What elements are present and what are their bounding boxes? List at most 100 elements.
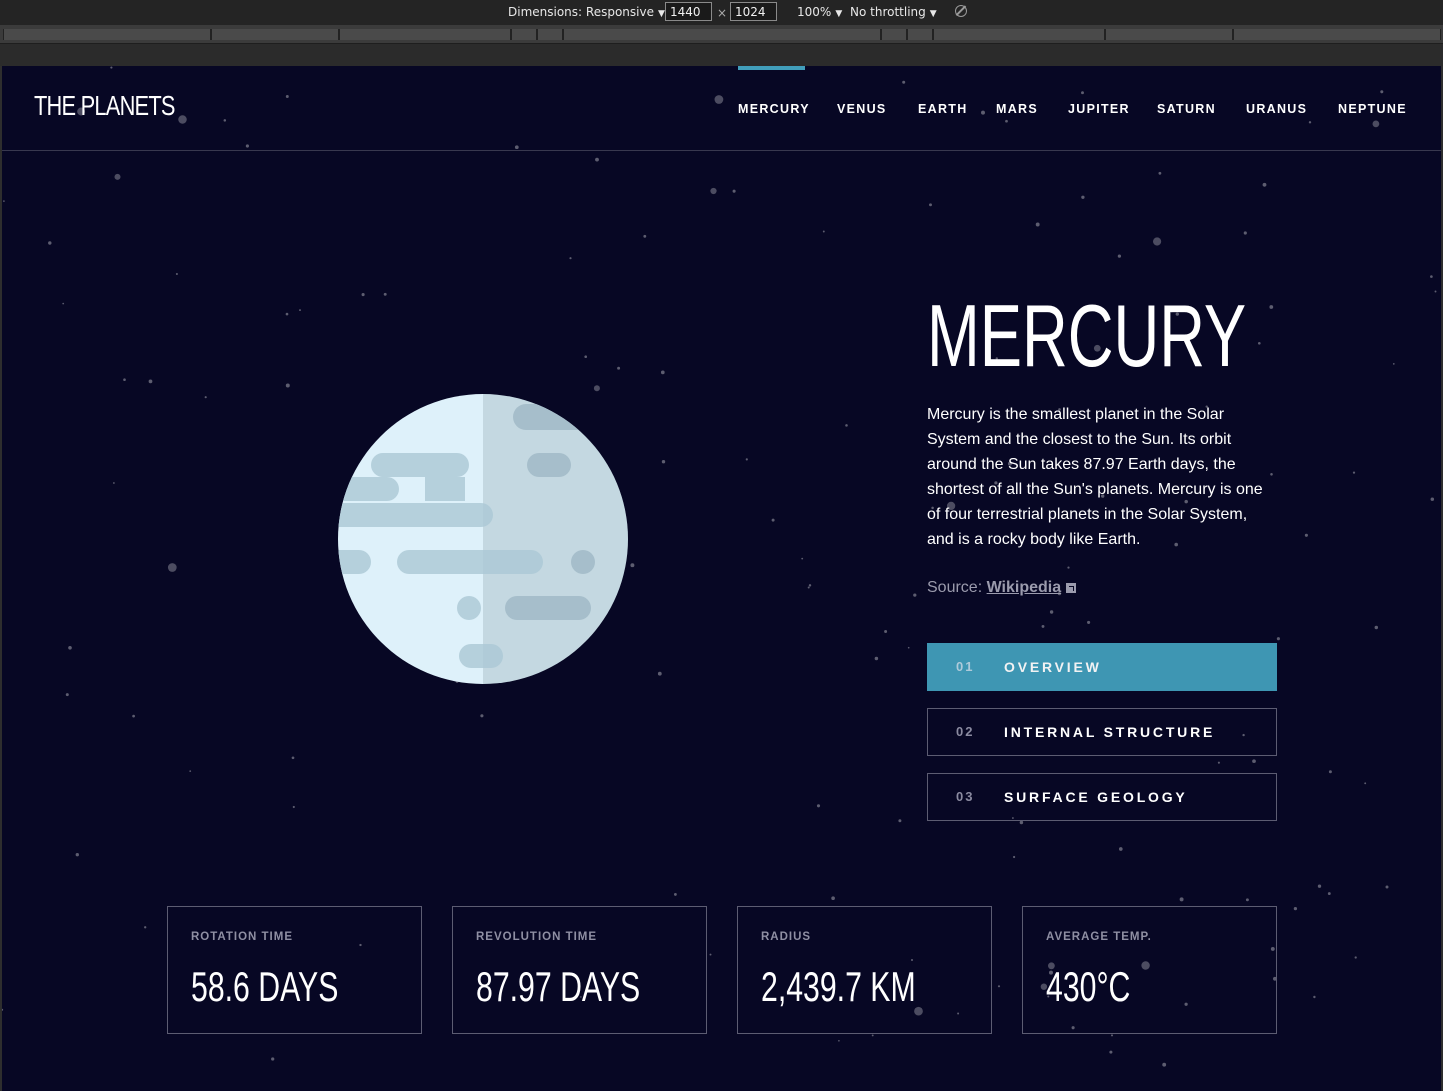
media-query-segment[interactable] [933,29,1105,40]
star [1276,637,1280,641]
devtools-toolbar: Dimensions: Responsive ▼ 1440 × 1024 100%… [0,0,1443,25]
star [245,144,249,148]
rotate-icon[interactable] [955,5,967,17]
stat-value: 430°C [1046,963,1131,1010]
star [808,584,812,587]
star [480,714,484,718]
star [3,200,5,202]
star [1327,892,1331,896]
tab-number: 02 [956,724,975,739]
nav-item-earth[interactable]: EARTH [918,102,968,116]
star [630,563,635,568]
star [569,257,572,260]
media-query-segment[interactable] [511,29,537,40]
star [714,95,724,104]
tab-overview[interactable]: 01 OVERVIEW [927,643,1277,691]
ruler-gutter [0,44,1443,66]
nav-item-uranus[interactable]: URANUS [1246,102,1307,116]
star [361,293,365,297]
star [1304,533,1308,537]
media-query-bar [0,25,1443,44]
star [132,714,135,718]
stat-card-revolution: REVOLUTION TIME 87.97 DAYS [452,906,707,1034]
star [1117,254,1122,258]
star [745,458,748,461]
mercury-planet-image [338,394,628,684]
star [913,593,917,597]
star [285,95,289,98]
page-viewport: THE PLANETS MERCURY VENUS EARTH MARS JUP… [2,66,1441,1091]
star [62,302,65,305]
tab-internal-structure[interactable]: 02 INTERNAL STRUCTURE [927,708,1277,756]
media-query-segment[interactable] [1105,29,1233,40]
star [593,385,600,392]
media-query-segment[interactable] [3,29,211,40]
star [110,66,113,69]
star [178,115,187,124]
star [1049,610,1054,614]
star [801,557,804,560]
media-query-segment[interactable] [537,29,563,40]
star [657,671,662,676]
zoom-dropdown[interactable]: 100% ▼ [797,5,842,19]
star [48,241,52,245]
star [1392,363,1395,365]
star [643,234,647,238]
tab-surface-geology[interactable]: 03 SURFACE GEOLOGY [927,773,1277,821]
width-input[interactable]: 1440 [665,2,712,21]
star [1109,1050,1113,1054]
star [660,370,665,375]
star [1308,121,1312,124]
stat-value: 58.6 DAYS [191,963,339,1010]
star [673,892,677,896]
star [189,770,192,772]
media-query-segment[interactable] [881,29,907,40]
star [1087,620,1091,624]
nav-item-neptune[interactable]: NEPTUNE [1338,102,1407,116]
site-logo[interactable]: THE PLANETS [34,90,175,122]
media-query-segment[interactable] [563,29,881,40]
star [1430,497,1435,501]
external-link-icon[interactable] [1066,583,1077,593]
star [1380,90,1384,94]
source-link[interactable]: Wikipedia [987,579,1062,596]
media-query-segment[interactable] [907,29,933,40]
star [1252,759,1256,764]
nav-item-mars[interactable]: MARS [996,102,1038,116]
star [2,1008,4,1011]
nav-item-saturn[interactable]: SATURN [1157,102,1216,116]
star [148,379,153,384]
media-query-segment[interactable] [1233,29,1441,40]
star [1257,341,1261,345]
nav-item-mercury[interactable]: MERCURY [738,102,810,116]
star [1067,566,1070,569]
star [595,157,599,162]
star [1041,624,1045,628]
star [292,805,295,809]
star [1364,782,1367,785]
tab-label: OVERVIEW [1004,659,1102,675]
throttling-dropdown[interactable]: No throttling ▼ [850,5,937,19]
star [1217,761,1220,764]
source-label: Source: [927,579,983,596]
star [1352,471,1356,474]
nav-item-jupiter[interactable]: JUPITER [1068,102,1130,116]
dimensions-dropdown[interactable]: Dimensions: Responsive ▼ [508,5,665,19]
stat-card-temperature: AVERAGE TEMP. 430°C [1022,906,1277,1034]
star [661,459,666,464]
star [845,424,848,427]
star [1005,119,1008,123]
dimensions-separator: × [717,6,728,20]
star [113,482,115,484]
star [285,312,289,316]
media-query-segment[interactable] [339,29,511,40]
media-query-segment[interactable] [211,29,339,40]
stat-label: RADIUS [761,931,812,943]
stat-label: AVERAGE TEMP. [1046,931,1152,943]
height-input[interactable]: 1024 [730,2,777,21]
tab-number: 01 [956,659,975,674]
star [383,292,387,296]
stat-card-radius: RADIUS 2,439.7 KM [737,906,992,1034]
star [223,119,227,122]
nav-item-venus[interactable]: VENUS [837,102,887,116]
